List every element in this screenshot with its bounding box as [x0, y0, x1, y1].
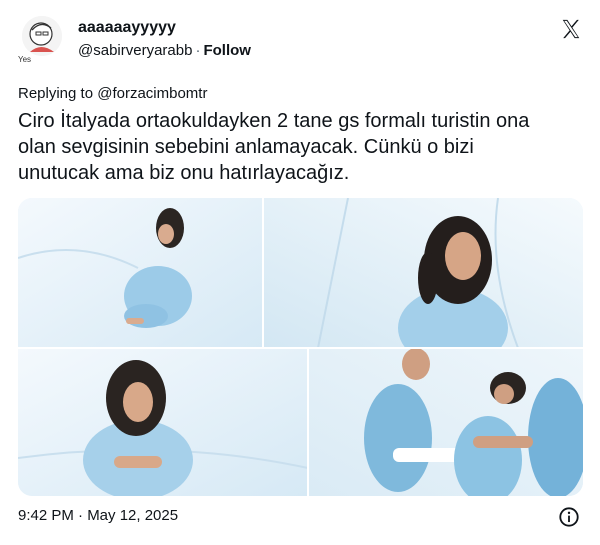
panel-orderlies-restraining-patient [308, 348, 583, 496]
tweet-header: aaaaaayyyyy @sabirveryarabb · Follow [18, 14, 584, 66]
media-collage [18, 198, 583, 496]
panel-crouching-patient [18, 198, 263, 348]
tweet-text-line: olan sevgisinin sebebini anlamayacak. Cü… [18, 136, 474, 158]
timestamp[interactable]: 9:42 PM · May 12, 2025 [18, 507, 178, 524]
separator-dot: · [195, 42, 201, 59]
avatar-image [22, 16, 62, 56]
replying-to[interactable]: Replying to @forzacimbomtr [18, 85, 207, 102]
panel-sitting-patient [18, 348, 309, 496]
tweet-media[interactable] [18, 198, 583, 496]
display-name[interactable]: aaaaaayyyyy [78, 19, 176, 37]
avatar[interactable] [22, 16, 62, 56]
tweet-text-line: Ciro İtalyada ortaokuldayken 2 tane gs f… [18, 110, 530, 132]
tweet-text: Ciro İtalyada ortaokuldayken 2 tane gs f… [18, 108, 584, 186]
x-logo-icon[interactable] [560, 18, 582, 40]
panel-patient-against-wall [263, 198, 583, 368]
avatar-caption: Yes [18, 55, 32, 64]
tweet-text-line: unutucak ama biz onu hatırlayacağız. [18, 162, 350, 184]
handle-line: @sabirveryarabb · Follow [78, 42, 251, 59]
follow-button[interactable]: Follow [203, 42, 251, 59]
info-icon[interactable] [558, 506, 580, 528]
handle[interactable]: @sabirveryarabb [78, 42, 192, 59]
